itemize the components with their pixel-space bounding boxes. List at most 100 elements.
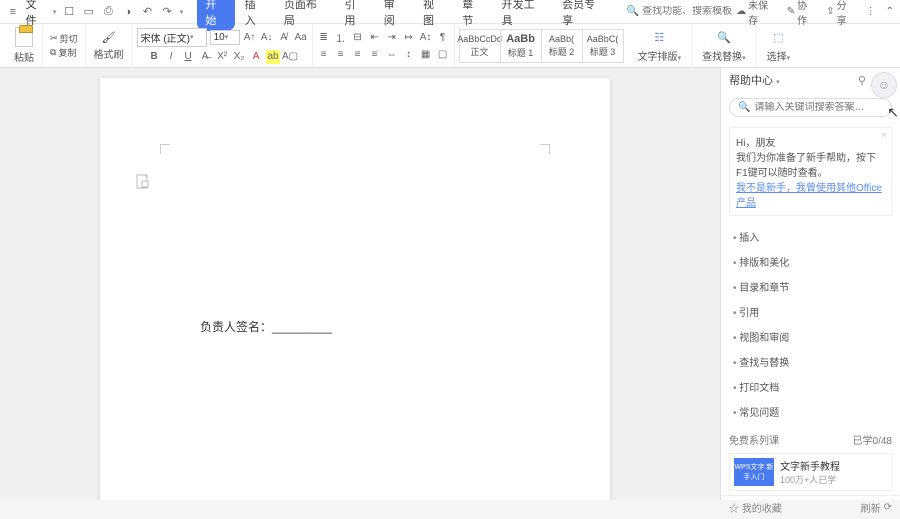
lesson-progress: 已学0/48 (853, 432, 892, 447)
find-replace-button[interactable]: 🔍 查找替换▾ (696, 28, 752, 63)
page[interactable]: 负责人签名：_________ (100, 78, 610, 500)
help-category-list: 插入 排版和美化 目录和章节 引用 视图和审阅 查找与替换 打印文档 常见问题 (721, 224, 900, 424)
search-bar[interactable]: 🔍 (627, 6, 732, 17)
file-dropdown-icon[interactable]: ▾ (53, 8, 57, 16)
char-border-icon[interactable]: A▢ (283, 50, 297, 64)
undo-icon[interactable]: ↶ (141, 5, 155, 19)
qat-dropdown-icon[interactable]: ▾ (180, 8, 184, 16)
favorite-icon[interactable]: ☆ 我的收藏 (729, 500, 782, 515)
print-icon[interactable]: ⎙ (102, 5, 116, 19)
menu-icon[interactable]: ≡ (6, 5, 20, 19)
font-name-select[interactable]: 宋体 (正文)▾ (137, 28, 207, 47)
style-gallery: AaBbCcDd正文 AaBb标题 1 AaBb(标题 2 AaBbC(标题 3 (459, 29, 624, 63)
cut-button[interactable]: ✂ 剪切 (50, 32, 78, 45)
collab-button[interactable]: ✎ 协作 (787, 0, 816, 27)
show-marks-icon[interactable]: ¶ (436, 30, 450, 44)
select-button[interactable]: ⬚ 选择▾ (761, 28, 797, 63)
share-button[interactable]: ⇪ 分享 (826, 0, 855, 27)
tab-icon[interactable]: ↦ (402, 30, 416, 44)
margin-mark-tr (540, 144, 550, 154)
border-icon[interactable]: ▢ (436, 47, 450, 61)
tip-close-icon[interactable]: × (881, 130, 887, 141)
cat-review[interactable]: 视图和审阅 (721, 324, 900, 349)
copy-button[interactable]: ⧉ 复制 (50, 46, 78, 59)
highlight-icon[interactable]: ab (266, 50, 280, 64)
assistant-bubble[interactable]: ☺ (871, 72, 897, 98)
document-body-text[interactable]: 负责人签名：_________ (200, 318, 332, 335)
bullet-list-icon[interactable]: ≣ (317, 30, 331, 44)
lesson-subtitle: 100万+人已学 (780, 473, 840, 486)
help-search-input[interactable] (754, 102, 886, 113)
search-input[interactable] (642, 6, 732, 17)
clear-format-icon[interactable]: A̸ (277, 30, 291, 44)
number-list-icon[interactable]: ⒈ (334, 30, 348, 44)
lesson-section-label: 免费系列课 (729, 432, 779, 447)
select-icon: ⬚ (769, 28, 787, 46)
margin-mark-tl (160, 144, 170, 154)
preview-icon[interactable]: ◑ (121, 5, 135, 19)
indent-icon[interactable]: ⇥ (385, 30, 399, 44)
align-center-icon[interactable]: ≡ (334, 47, 348, 61)
tip-greeting: Hi，朋友 (736, 134, 885, 149)
text-wrap-icon: ☷ (650, 28, 668, 46)
help-search[interactable]: 🔍 (729, 98, 892, 117)
justify-icon[interactable]: ≡ (368, 47, 382, 61)
underline-icon[interactable]: U (181, 50, 195, 64)
cursor-icon: ↖ (887, 104, 899, 121)
unsaved-button[interactable]: ☁ 未保存 (736, 0, 777, 27)
redo-icon[interactable]: ↷ (160, 5, 174, 19)
cat-find[interactable]: 查找与替换 (721, 349, 900, 374)
collapse-icon[interactable]: ⌃ (886, 6, 894, 17)
style-heading3[interactable]: AaBbC(标题 3 (582, 29, 624, 63)
style-heading2[interactable]: AaBb(标题 2 (541, 29, 583, 63)
italic-icon[interactable]: I (164, 50, 178, 64)
cat-layout[interactable]: 排版和美化 (721, 249, 900, 274)
format-painter-button[interactable]: 🖌 格式刷 (90, 31, 128, 61)
help-panel: 帮助中心 ▾ ⚲ ✕ 🔍 × Hi，朋友 我们为你准备了新手帮助，按下F1键可以… (720, 68, 900, 500)
strike-icon[interactable]: A̶ (198, 50, 212, 64)
lesson-title: 文字新手教程 (780, 458, 840, 473)
brush-icon: 🖌 (102, 31, 116, 44)
shrink-font-icon[interactable]: A↓ (260, 30, 274, 44)
cat-faq[interactable]: 常见问题 (721, 399, 900, 424)
tip-body: 我们为你准备了新手帮助，按下F1键可以随时查看。 (736, 149, 885, 179)
line-spacing-icon[interactable]: ↕ (402, 47, 416, 61)
text-wrap-button[interactable]: ☷ 文字排版▾ (632, 28, 688, 63)
paste-icon (15, 27, 33, 47)
shading-icon[interactable]: ▦ (419, 47, 433, 61)
multilevel-list-icon[interactable]: ⊟ (351, 30, 365, 44)
open-icon[interactable]: ▭ (82, 5, 96, 19)
help-title: 帮助中心 ▾ (729, 72, 852, 88)
style-heading1[interactable]: AaBb标题 1 (500, 29, 542, 63)
align-left-icon[interactable]: ≡ (317, 47, 331, 61)
cat-toc[interactable]: 目录和章节 (721, 274, 900, 299)
font-color-icon[interactable]: A (249, 50, 263, 64)
cat-reference[interactable]: 引用 (721, 299, 900, 324)
cat-print[interactable]: 打印文档 (721, 374, 900, 399)
distribute-icon[interactable]: ⇔ (385, 47, 399, 61)
new-icon[interactable]: ☐ (62, 5, 76, 19)
more-icon[interactable]: ⋮ (866, 6, 876, 17)
bold-icon[interactable]: B (147, 50, 161, 64)
document-canvas[interactable]: 负责人签名：_________ (0, 68, 720, 500)
superscript-icon[interactable]: X² (215, 50, 229, 64)
sort-icon[interactable]: A↕ (419, 30, 433, 44)
paste-button[interactable]: 粘贴 (10, 27, 38, 64)
search-icon: 🔍 (738, 102, 750, 113)
grow-font-icon[interactable]: A↑ (243, 30, 257, 44)
style-normal[interactable]: AaBbCcDd正文 (459, 29, 501, 63)
tip-box: × Hi，朋友 我们为你准备了新手帮助，按下F1键可以随时查看。 我不是新手，我… (729, 127, 892, 216)
align-right-icon[interactable]: ≡ (351, 47, 365, 61)
tip-link[interactable]: 我不是新手，我曾使用其他Office产品 (736, 183, 882, 209)
lesson-thumb: WPS文字 新手入门 (734, 458, 774, 486)
cat-insert[interactable]: 插入 (721, 224, 900, 249)
pin-icon[interactable]: ⚲ (858, 74, 872, 87)
font-size-select[interactable]: 10▾ (210, 30, 240, 45)
insert-cursor-icon (135, 173, 151, 191)
outdent-icon[interactable]: ⇤ (368, 30, 382, 44)
search-icon: 🔍 (627, 6, 639, 17)
change-case-icon[interactable]: Aa (294, 30, 308, 44)
lesson-card[interactable]: WPS文字 新手入门 文字新手教程 100万+人已学 (729, 453, 892, 491)
subscript-icon[interactable]: X₂ (232, 50, 246, 64)
refresh-button[interactable]: 刷新 ⟳ (861, 500, 892, 515)
